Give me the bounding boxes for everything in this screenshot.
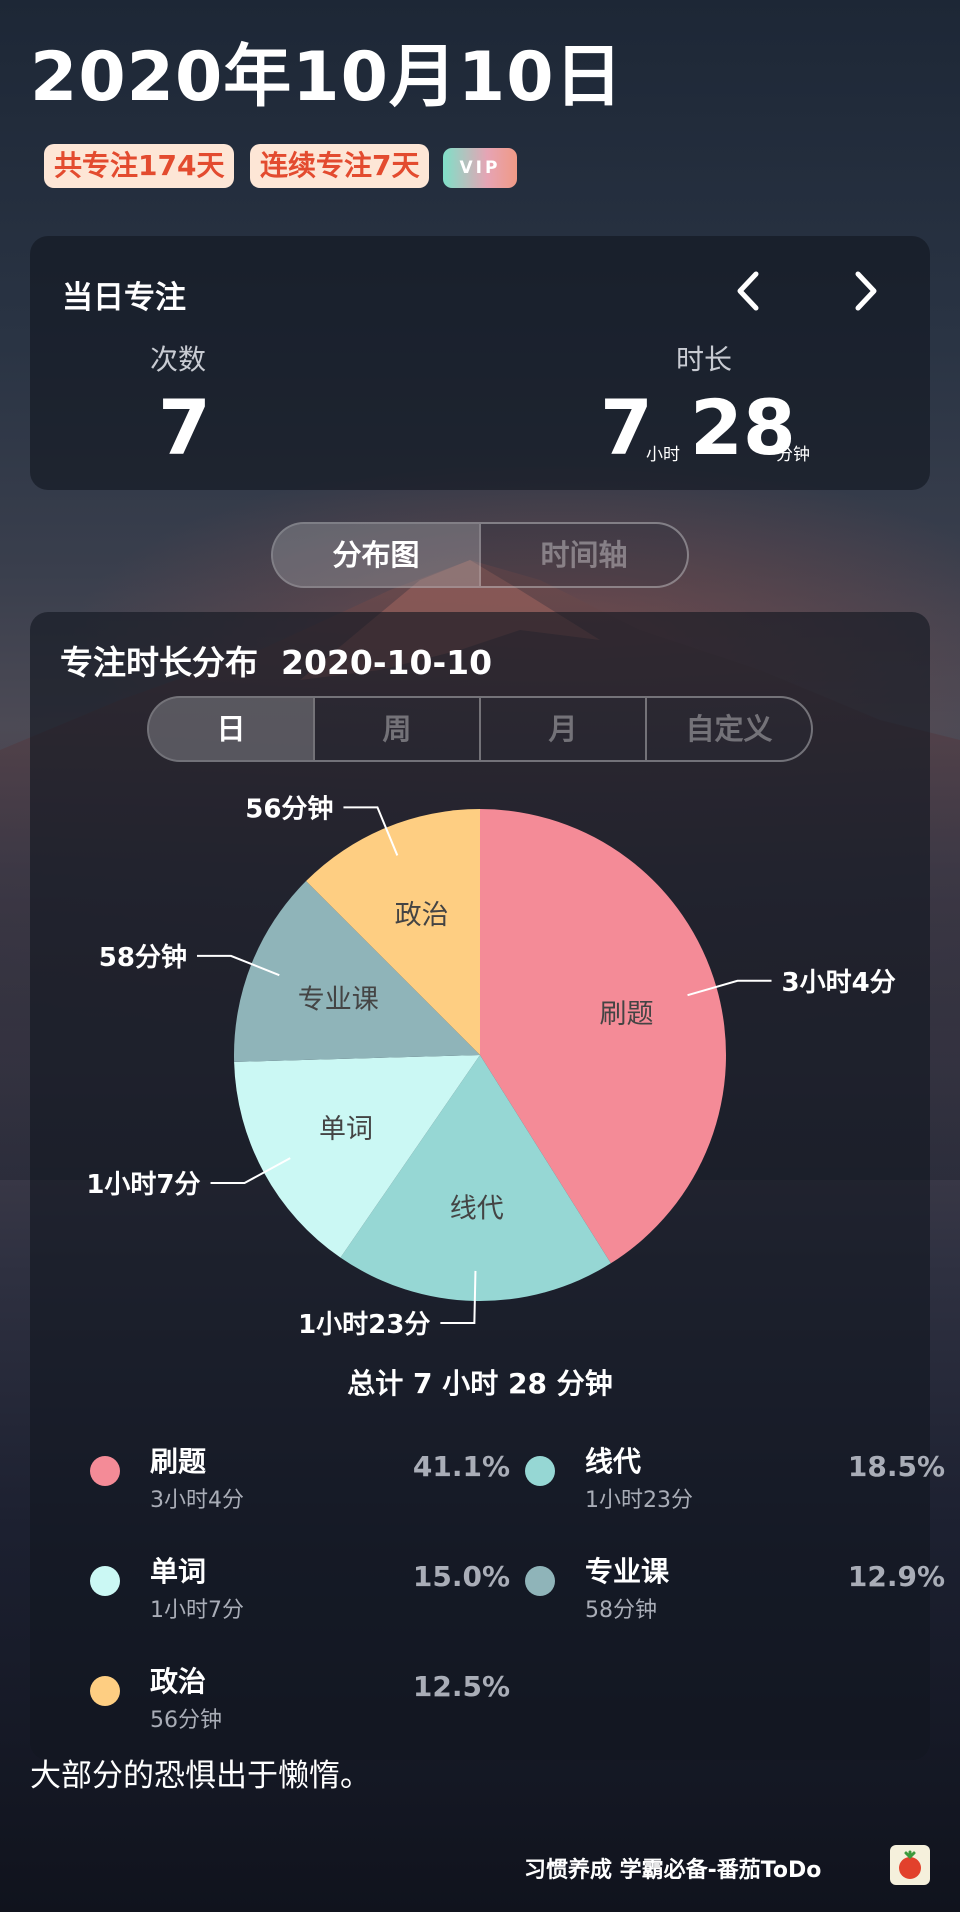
legend-item: 专业课 58分钟 12.9%: [525, 1550, 945, 1640]
daily-focus-title: 当日专注: [62, 280, 186, 316]
legend-item: 单词 1小时7分 15.0%: [90, 1550, 510, 1640]
pie-duration-label: 1小时7分: [86, 1170, 200, 1200]
legend-item: 线代 1小时23分 18.5%: [525, 1440, 945, 1530]
vip-badge[interactable]: VIP: [443, 148, 517, 188]
legend-color-dot: [90, 1676, 120, 1706]
legend-duration: 1小时7分: [150, 1598, 244, 1623]
tab-timeline[interactable]: 时间轴: [479, 524, 687, 586]
chevron-left-icon: [737, 271, 759, 311]
legend-duration: 1小时23分: [585, 1488, 693, 1513]
pie-chart-svg: 刷题 3小时4分线代 1小时23分 单词 1小时7分 专业课 58分钟 政治 56分钟: [86, 793, 896, 1340]
chevron-right-icon: [855, 271, 877, 311]
distribution-date: 2020-10-10: [280, 643, 493, 682]
next-day-button[interactable]: [846, 268, 886, 314]
total-focus-badge: 共专注174天: [44, 144, 235, 188]
legend-duration: 58分钟: [585, 1598, 657, 1623]
tab-custom[interactable]: 自定义: [645, 698, 811, 760]
pie-slice-label: 单词: [319, 1114, 373, 1145]
footer-brand: 习惯养成 学霸必备-番茄ToDo: [524, 1858, 822, 1883]
legend-name: 单词: [150, 1555, 207, 1588]
distribution-title: 专注时长分布 2020-10-10: [60, 636, 492, 684]
pie-slice-label: 政治: [395, 900, 449, 931]
legend-duration: 56分钟: [150, 1708, 222, 1733]
tab-distribution[interactable]: 分布图: [273, 524, 479, 586]
pie-duration-label: 1小时23分: [298, 1310, 430, 1340]
hours-unit: 小时: [646, 445, 680, 465]
legend-percent: 12.9%: [847, 1560, 945, 1593]
legend-item: 刷题 3小时4分 41.1%: [90, 1440, 510, 1530]
legend-percent: 15.0%: [412, 1560, 510, 1593]
duration-hours-value: 7: [600, 383, 653, 472]
legend-name: 线代: [585, 1445, 642, 1478]
legend-percent: 41.1%: [412, 1450, 510, 1483]
legend-name: 刷题: [150, 1445, 207, 1478]
legend-percent: 18.5%: [847, 1450, 945, 1483]
tab-week[interactable]: 周: [313, 698, 479, 760]
minutes-unit: 分钟: [776, 445, 810, 465]
pie-slice-label: 刷题: [600, 999, 654, 1030]
legend-name: 政治: [150, 1665, 207, 1698]
tab-month[interactable]: 月: [479, 698, 645, 760]
pie-slice-label: 线代: [450, 1193, 504, 1224]
legend-name: 专业课: [585, 1555, 670, 1588]
legend-item: 政治 56分钟 12.5%: [90, 1660, 510, 1750]
view-toggle: 分布图 时间轴: [271, 522, 689, 588]
prev-day-button[interactable]: [728, 268, 768, 314]
pie-duration-label: 58分钟: [99, 942, 187, 973]
range-toggle: 日 周 月 自定义: [147, 696, 813, 762]
legend-color-dot: [525, 1456, 555, 1486]
legend-duration: 3小时4分: [150, 1488, 244, 1513]
page-date-title: 2020年10月10日: [30, 38, 624, 117]
pie-duration-label: 56分钟: [245, 793, 333, 824]
legend-color-dot: [525, 1566, 555, 1596]
distribution-title-text: 专注时长分布: [60, 643, 258, 682]
streak-badge: 连续专注7天: [250, 144, 430, 188]
legend-color-dot: [90, 1566, 120, 1596]
legend-color-dot: [90, 1456, 120, 1486]
total-duration: 总计 7 小时 28 分钟: [347, 1367, 613, 1400]
quote-text: 大部分的恐惧出于懒惰。: [30, 1758, 371, 1794]
count-value: 7: [158, 383, 211, 472]
tomato-icon-svg: [899, 1850, 921, 1879]
pie-duration-label: 3小时4分: [782, 968, 896, 998]
tomato-icon: [890, 1845, 930, 1885]
tab-day[interactable]: 日: [149, 698, 313, 760]
pie-slice-label: 专业课: [298, 985, 379, 1016]
legend-percent: 12.5%: [412, 1670, 510, 1703]
count-label: 次数: [150, 343, 207, 376]
duration-label: 时长: [676, 343, 733, 376]
pie-chart: 刷题 3小时4分线代 1小时23分 单词 1小时7分 专业课 58分钟 政治 56分钟: [0, 780, 960, 1340]
